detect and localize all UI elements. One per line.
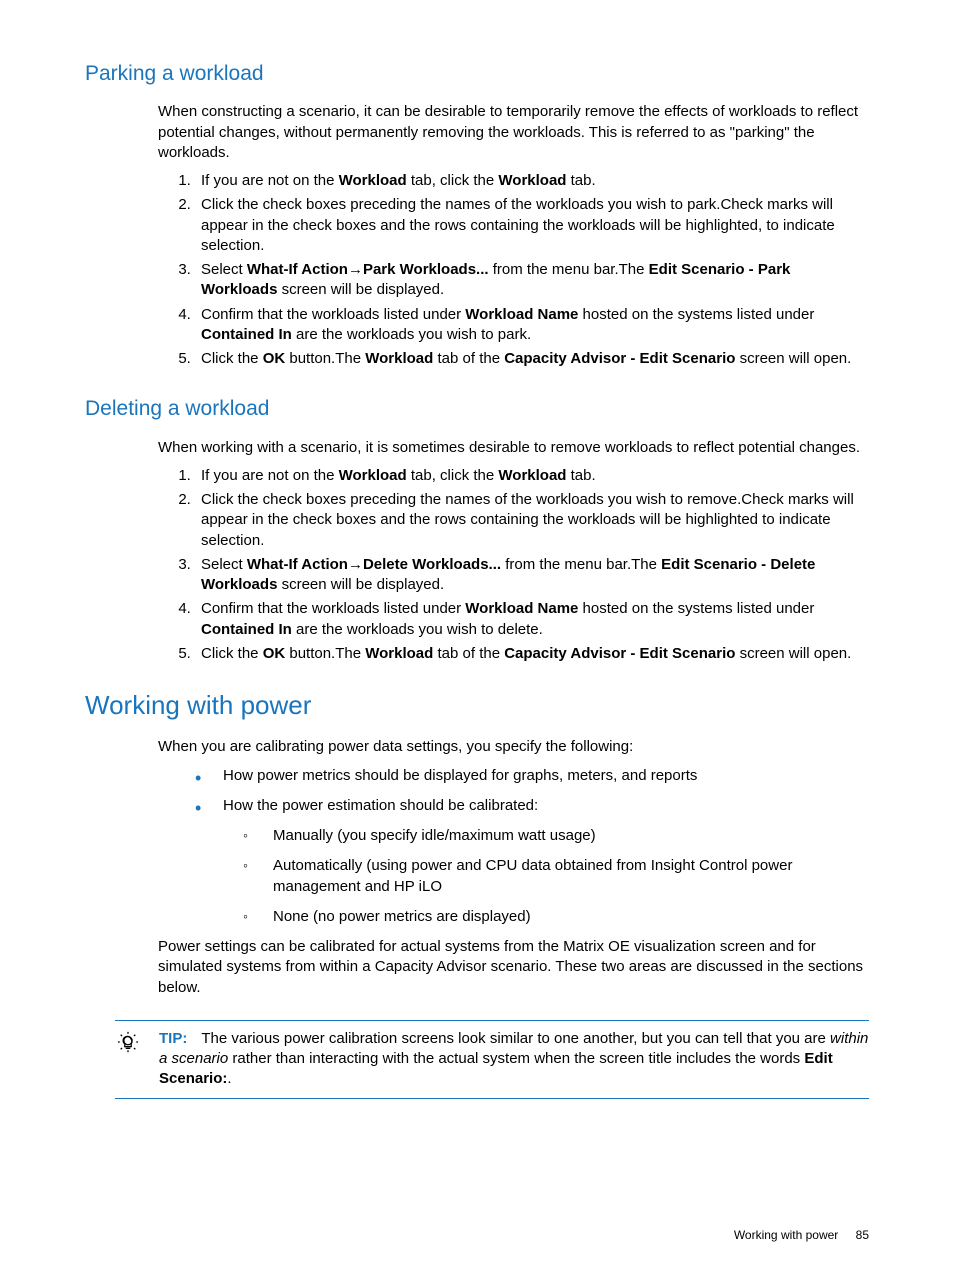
text-bold: Workload Name [465,600,578,617]
text: Confirm that the workloads listed under [201,306,465,323]
section-heading-deleting: Deleting a workload [85,395,869,423]
text: tab. [566,467,595,484]
list-item: Confirm that the workloads listed under … [195,305,869,346]
text: The [619,261,649,278]
arrow-icon: → [348,261,363,278]
text-bold: Workload [498,172,566,189]
text-bold: Workload [339,172,407,189]
text: Select [201,556,247,573]
text: Confirm that the workloads listed under [201,600,465,617]
text: The [335,350,365,367]
text: Click the check boxes preceding the name… [201,491,741,508]
paragraph: When you are calibrating power data sett… [158,737,869,757]
tip-label: TIP: [159,1030,187,1047]
section-heading-parking: Parking a workload [85,60,869,88]
text: The various power calibration screens lo… [201,1030,830,1047]
list-item: How the power estimation should be calib… [195,796,869,927]
text: hosted on the systems listed under [578,306,814,323]
text: screen will be displayed. [277,576,444,593]
tip-text: TIP: The various power calibration screen… [159,1029,869,1090]
list-item: How power metrics should be displayed fo… [195,766,869,786]
text: Click the check boxes preceding the name… [201,196,720,213]
text: tab of the [433,350,504,367]
bullet-list: How power metrics should be displayed fo… [195,766,869,928]
text: button. [285,350,335,367]
list-item: Manually (you specify idle/maximum watt … [243,826,869,846]
nested-list: Manually (you specify idle/maximum watt … [243,826,869,927]
page-number: 85 [856,1228,869,1242]
text: button. [285,645,335,662]
text: are the workloads you wish to park. [292,326,531,343]
list-item: Select What-If Action→Delete Workloads..… [195,555,869,596]
text: If you are not on the [201,467,339,484]
text: Select [201,261,247,278]
text: screen will be displayed. [277,281,444,298]
page-footer: Working with power 85 [734,1227,869,1243]
footer-section-title: Working with power [734,1228,838,1242]
text-bold: Contained In [201,621,292,638]
text: The [631,556,661,573]
text: Click the [201,645,263,662]
list-item: Confirm that the workloads listed under … [195,599,869,640]
text-bold: OK [263,645,286,662]
list-item: None (no power metrics are displayed) [243,907,869,927]
text: from the menu bar. [501,556,631,573]
text-bold: OK [263,350,286,367]
list-item: Click the OK button.The Workload tab of … [195,349,869,369]
paragraph: When constructing a scenario, it can be … [158,102,869,163]
tip-callout: TIP: The various power calibration screen… [115,1020,869,1099]
text: tab. [566,172,595,189]
list-item: If you are not on the Workload tab, clic… [195,466,869,486]
ordered-list: If you are not on the Workload tab, clic… [195,466,869,664]
text: rather than interacting with the actual … [228,1050,804,1067]
text: How the power estimation should be calib… [223,797,538,814]
text: hosted on the systems listed under [578,600,814,617]
text: tab of the [433,645,504,662]
text-bold: Workload [365,645,433,662]
text-bold: What-If Action [247,556,348,573]
text-bold: Workload [498,467,566,484]
list-item: If you are not on the Workload tab, clic… [195,171,869,191]
text: Click the [201,350,263,367]
text-bold: Capacity Advisor - Edit Scenario [504,350,735,367]
text: tab, click the [407,467,499,484]
text: If you are not on the [201,172,339,189]
text: . [227,1070,231,1087]
text-bold: Delete Workloads... [363,556,501,573]
paragraph: Power settings can be calibrated for act… [158,937,869,998]
text-bold: Workload [365,350,433,367]
tip-icon [117,1031,141,1090]
text-bold: Contained In [201,326,292,343]
text-bold: What-If Action [247,261,348,278]
paragraph: When working with a scenario, it is some… [158,438,869,458]
text: screen will open. [735,645,851,662]
list-item: Select What-If Action→Park Workloads... … [195,260,869,301]
arrow-icon: → [348,556,363,573]
text: screen will open. [735,350,851,367]
list-item: Click the check boxes preceding the name… [195,195,869,256]
list-item: Click the check boxes preceding the name… [195,490,869,551]
text-bold: Workload Name [465,306,578,323]
text: The [335,645,365,662]
text-bold: Park Workloads... [363,261,489,278]
text: tab, click the [407,172,499,189]
list-item: Automatically (using power and CPU data … [243,856,869,897]
list-item: Click the OK button.The Workload tab of … [195,644,869,664]
section-heading-power: Working with power [85,688,869,723]
ordered-list: If you are not on the Workload tab, clic… [195,171,869,369]
text-bold: Capacity Advisor - Edit Scenario [504,645,735,662]
text: are the workloads you wish to delete. [292,621,543,638]
text: from the menu bar. [489,261,619,278]
text-bold: Workload [339,467,407,484]
